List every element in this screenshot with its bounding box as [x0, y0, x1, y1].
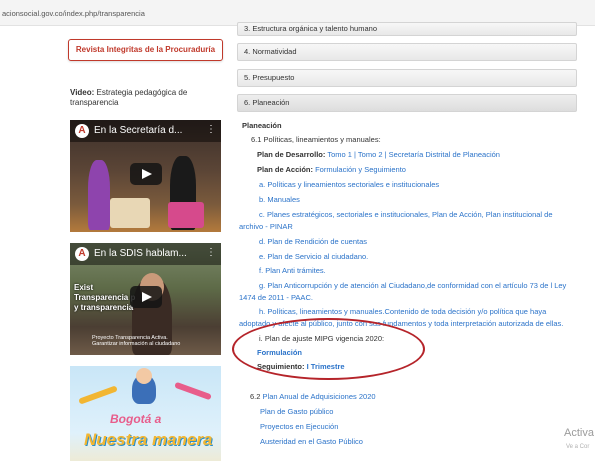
accordion-item-5[interactable]: 5. Presupuesto [237, 69, 577, 87]
item-b-link[interactable]: Manuales [267, 195, 300, 204]
item-g-marker: g. [259, 281, 266, 290]
pencil-icon [78, 385, 118, 405]
item-h-link[interactable]: Políticas, lineamientos y manuales.Conte… [267, 307, 546, 316]
more-options-icon[interactable]: ⋮ [206, 124, 216, 135]
bogota-banner[interactable]: Bogotá a Nuestra manera [70, 366, 221, 461]
separator: | [354, 150, 356, 159]
item-f-marker: f. [259, 266, 264, 275]
left-sidebar: Revista Integritas de la Procuraduría Vi… [0, 26, 232, 461]
url-text[interactable]: acionsocial.gov.co/index.php/transparenc… [2, 9, 145, 18]
overlay-text: Transparencia p [74, 293, 136, 302]
main-content: 3. Estructura orgánica y talento humano … [232, 22, 595, 461]
overlay-text: y transparencia [74, 303, 134, 312]
play-button-icon[interactable] [130, 163, 162, 185]
accordion-item-3[interactable]: 3. Estructura orgánica y talento humano [237, 22, 577, 36]
item-c: c. Planes estratégicos, sectoriales e in… [259, 210, 553, 219]
video-title: En la SDIS hablam... [94, 248, 187, 259]
tomo-1-link[interactable]: Tomo 1 [327, 150, 352, 159]
item-e-link[interactable]: Plan de Servicio al ciudadano. [267, 252, 368, 261]
separator: | [384, 150, 387, 159]
item-c-link-cont[interactable]: archivo - PINAR [239, 222, 293, 231]
section-6-2: 6.2 Plan Anual de Adquisiciones 2020 [250, 392, 376, 401]
secretaria-planeacion-link[interactable]: Secretaría Distrital de Planeación [389, 150, 500, 159]
item-h-marker: h. [259, 307, 266, 316]
item-g-link[interactable]: Plan Anticorrupción y de atención al Ciu… [267, 281, 566, 290]
item-b-marker: b. [259, 195, 266, 204]
item-e: e. Plan de Servicio al ciudadano. [259, 252, 368, 261]
overlay-caption: Proyecto Transparencia Activa. Garantiza… [92, 335, 181, 347]
plan-adquisiciones-link[interactable]: Plan Anual de Adquisiciones 2020 [263, 392, 376, 401]
child-head [136, 368, 152, 384]
plan-accion-row: Plan de Acción: Formulación y Seguimient… [257, 165, 406, 174]
section-6-1: 6.1 Políticas, lineamientos y manuales: [251, 135, 381, 144]
highlight-ellipse [232, 318, 425, 380]
accordion-item-4[interactable]: 4. Normatividad [237, 43, 577, 61]
video-thumbnail-2[interactable]: A En la SDIS hablam... ⋮ Exist Transpare… [70, 243, 221, 355]
accordion-item-6[interactable]: 6. Planeación [237, 94, 577, 112]
austeridad-gasto-link[interactable]: Austeridad en el Gasto Público [260, 437, 363, 446]
box-prop [110, 198, 150, 228]
channel-logo-icon: A [75, 124, 89, 138]
revista-integritas-button[interactable]: Revista Integritas de la Procuraduría [68, 39, 223, 61]
video-thumbnail-1[interactable]: A En la Secretaría d... ⋮ [70, 120, 221, 232]
item-g: g. Plan Anticorrupción y de atención al … [259, 281, 566, 290]
proyectos-ejecucion-link[interactable]: Proyectos en Ejecución [260, 422, 338, 431]
formulacion-seguimiento-link[interactable]: Formulación y Seguimiento [315, 165, 406, 174]
item-a: a. Políticas y lineamientos sectoriales … [259, 180, 439, 189]
pencil-icon [174, 381, 212, 401]
item-b: b. Manuales [259, 195, 300, 204]
banner-line-2: Nuestra manera [84, 430, 213, 449]
item-g-link-cont[interactable]: 1474 de 2011 - PAAC. [239, 293, 313, 302]
item-f: f. Plan Anti trámites. [259, 266, 326, 275]
section-6-2-number: 6.2 [250, 392, 261, 401]
plan-desarrollo-row: Plan de Desarrollo: Tomo 1 | Tomo 2 | Se… [257, 150, 500, 159]
banner-line-1: Bogotá a [110, 412, 162, 426]
item-d-link[interactable]: Plan de Rendición de cuentas [267, 237, 367, 246]
item-d-marker: d. [259, 237, 266, 246]
tomo-2-link[interactable]: Tomo 2 [358, 150, 383, 159]
item-e-marker: e. [259, 252, 266, 261]
channel-logo-icon: A [75, 247, 89, 261]
item-c-marker: c. [259, 210, 265, 219]
person-figure [88, 160, 110, 230]
plan-gasto-publico-link[interactable]: Plan de Gasto público [260, 407, 333, 416]
plan-desarrollo-label: Plan de Desarrollo: [257, 150, 326, 159]
overlay-text: Exist [74, 283, 94, 292]
more-options-icon[interactable]: ⋮ [206, 247, 216, 258]
item-d: d. Plan de Rendición de cuentas [259, 237, 367, 246]
plan-accion-label: Plan de Acción: [257, 165, 313, 174]
activation-watermark: Activa [564, 427, 594, 439]
box-prop [168, 202, 204, 228]
item-a-link[interactable]: Políticas y lineamientos sectoriales e i… [267, 180, 439, 189]
item-f-link[interactable]: Plan Anti trámites. [265, 266, 325, 275]
planeacion-heading: Planeación [242, 121, 282, 130]
item-h: h. Políticas, lineamientos y manuales.Co… [259, 307, 546, 316]
item-a-marker: a. [259, 180, 266, 189]
activation-watermark-sub: Ve a Cor [566, 444, 590, 450]
play-button-icon[interactable] [130, 286, 162, 308]
video-prefix: Video: [70, 88, 95, 97]
video-label: Video: Estrategia pedagógica de transpar… [70, 88, 230, 108]
item-c-link[interactable]: Planes estratégicos, sectoriales e insti… [267, 210, 553, 219]
video-title: En la Secretaría d... [94, 125, 183, 136]
